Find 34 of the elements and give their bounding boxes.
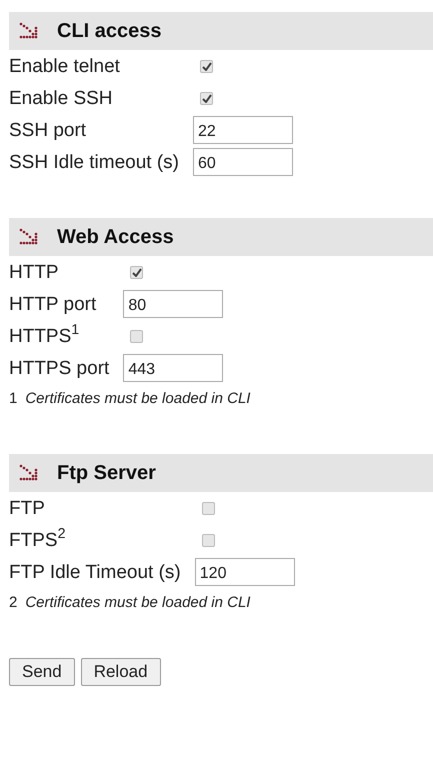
form-button[interactable]: Send xyxy=(9,658,75,686)
input-field[interactable]: 60 xyxy=(193,148,293,176)
input-field[interactable]: 443 xyxy=(123,354,224,382)
checkbox[interactable] xyxy=(202,502,215,514)
field-label: HTTPS$^{1}$ xyxy=(9,326,80,346)
field-label: FTP Idle Timeout (s) xyxy=(9,562,182,582)
field-label: SSH Idle timeout (s) xyxy=(9,152,180,172)
field-label: Enable telnet xyxy=(9,56,121,76)
section-title: Ftp Server xyxy=(57,461,156,486)
checkbox[interactable] xyxy=(130,266,144,278)
field-label: HTTP xyxy=(9,262,60,282)
footnote-number: 1 xyxy=(9,388,18,409)
dots-icon xyxy=(19,228,39,246)
input-field[interactable]: 22 xyxy=(193,116,293,144)
checkbox[interactable] xyxy=(130,330,144,342)
dots-icon xyxy=(19,464,39,482)
checkbox[interactable] xyxy=(202,534,215,546)
input-field[interactable]: 120 xyxy=(194,558,295,586)
checkbox[interactable] xyxy=(200,60,213,72)
field-label: HTTP port xyxy=(9,294,98,314)
footnote-text: Certificates must be loaded in CLI xyxy=(25,388,250,409)
field-label: FTP xyxy=(9,498,46,518)
section-title: CLI access xyxy=(57,19,162,44)
field-label: FTPS$^{2}$ xyxy=(9,530,66,550)
field-label: HTTPS port xyxy=(9,358,110,378)
footnote-text: Certificates must be loaded in CLI xyxy=(25,592,250,613)
input-field[interactable]: 80 xyxy=(123,290,224,318)
form-button[interactable]: Reload xyxy=(80,658,161,686)
field-label: Enable SSH xyxy=(9,88,114,108)
checkbox[interactable] xyxy=(200,92,213,104)
footnote-number: 2 xyxy=(9,592,18,613)
field-label: SSH port xyxy=(9,120,88,140)
dots-icon xyxy=(19,22,39,40)
section-title: Web Access xyxy=(57,225,174,250)
